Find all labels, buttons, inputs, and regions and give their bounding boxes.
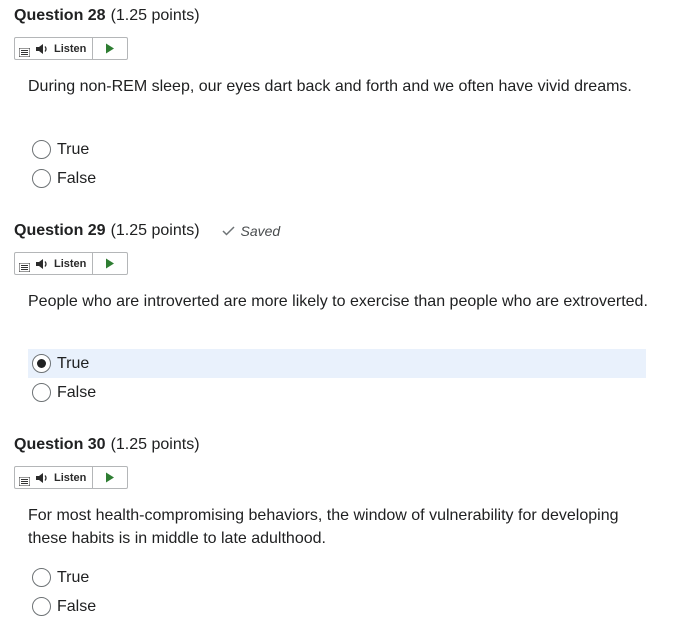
listen-menu-icon[interactable]: [15, 467, 33, 488]
question-header: Question 30 (1.25 points): [14, 433, 200, 457]
listen-widget: Listen: [14, 252, 128, 275]
option-false[interactable]: False: [28, 164, 646, 193]
question-points: (1.25 points): [110, 222, 200, 239]
option-false[interactable]: False: [28, 378, 646, 407]
question-text: During non-REM sleep, our eyes dart back…: [28, 78, 632, 95]
radio-button[interactable]: [32, 383, 51, 402]
radio-button[interactable]: [32, 597, 51, 616]
listen-label: Listen: [54, 42, 87, 55]
option-label: False: [57, 383, 97, 401]
radio-dot: [37, 359, 46, 368]
option-label: True: [57, 568, 90, 586]
listen-menu-icon[interactable]: [15, 38, 33, 59]
check-icon: [221, 226, 235, 236]
question-text: For most health-compromising behaviors, …: [28, 507, 619, 547]
option-false[interactable]: False: [28, 592, 646, 621]
play-button[interactable]: [93, 467, 127, 488]
saved-status: Saved: [221, 223, 281, 239]
question-text: People who are introverted are more like…: [28, 293, 648, 310]
speaker-icon: [36, 258, 47, 269]
speaker-icon: [36, 472, 47, 483]
listen-widget: Listen: [14, 466, 128, 489]
option-true[interactable]: True: [28, 563, 646, 592]
option-true[interactable]: True: [28, 349, 646, 378]
listen-widget: Listen: [14, 37, 128, 60]
play-icon: [106, 472, 115, 483]
play-button[interactable]: [93, 38, 127, 59]
radio-button[interactable]: [32, 169, 51, 188]
listen-button[interactable]: Listen: [33, 253, 94, 274]
option-label: False: [57, 597, 97, 615]
play-icon: [106, 43, 115, 54]
radio-button-selected[interactable]: [32, 354, 51, 373]
question-title: Question 28: [14, 7, 106, 24]
radio-button[interactable]: [32, 568, 51, 587]
option-true[interactable]: True: [28, 135, 646, 164]
question-title: Question 30: [14, 436, 106, 453]
option-label: True: [57, 140, 90, 158]
question-header: Question 29 (1.25 points) Saved: [14, 219, 280, 243]
option-label: False: [57, 169, 97, 187]
play-icon: [106, 258, 115, 269]
question-points: (1.25 points): [110, 436, 200, 453]
listen-button[interactable]: Listen: [33, 38, 94, 59]
option-label: True: [57, 354, 90, 372]
listen-label: Listen: [54, 257, 87, 270]
listen-button[interactable]: Listen: [33, 467, 94, 488]
question-points: (1.25 points): [110, 7, 200, 24]
play-button[interactable]: [93, 253, 127, 274]
saved-label: Saved: [240, 223, 281, 239]
question-header: Question 28 (1.25 points): [14, 4, 200, 28]
listen-menu-icon[interactable]: [15, 253, 33, 274]
radio-button[interactable]: [32, 140, 51, 159]
speaker-icon: [36, 43, 47, 54]
question-title: Question 29: [14, 222, 106, 239]
listen-label: Listen: [54, 471, 87, 484]
